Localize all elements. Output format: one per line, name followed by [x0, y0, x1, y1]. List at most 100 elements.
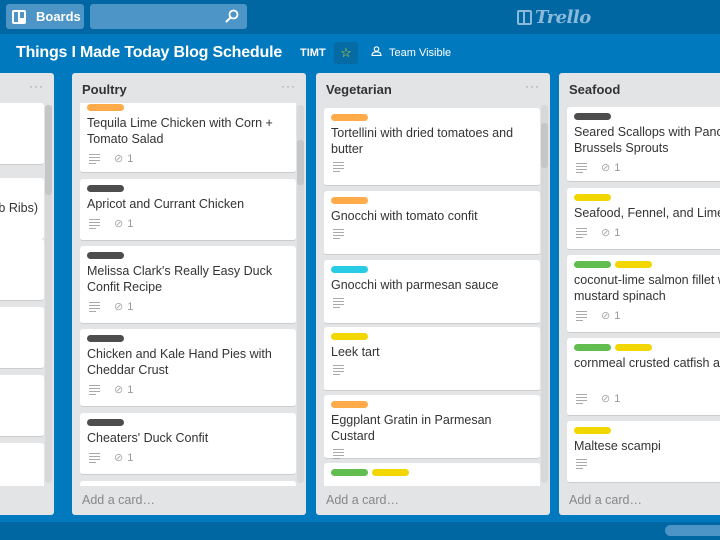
trello-logo-icon: [517, 9, 532, 25]
description-icon: [89, 453, 100, 463]
list-scrollbar-thumb[interactable]: [297, 140, 304, 185]
list-poultry: Poultry ··· Tequila Lime Chicken with Corn…: [72, 73, 306, 515]
card-list: Tortellini with dried tomatoes and butte…: [324, 103, 540, 486]
card[interactable]: Melissa Clark's Really Easy Duck Confit …: [80, 246, 296, 324]
description-icon: [89, 154, 100, 164]
list-title[interactable]: Poultry: [82, 82, 127, 97]
card[interactable]: Tequila Lime Chicken with Corn + Tomato …: [80, 103, 296, 173]
attachment-icon: ⊘: [114, 384, 124, 396]
label-black: [87, 252, 124, 259]
description-icon: [89, 219, 100, 229]
list-scrollbar-thumb[interactable]: [541, 123, 548, 168]
card[interactable]: [0, 103, 44, 165]
card[interactable]: Apricot and Currant Chicken ⊘ 1: [80, 179, 296, 241]
list-scrollbar-thumb[interactable]: [45, 105, 52, 195]
boards-icon: [12, 9, 26, 24]
list-menu-icon[interactable]: ···: [281, 79, 296, 93]
attachment-count: 1: [127, 451, 134, 464]
horizontal-scrollbar-thumb[interactable]: [665, 525, 720, 536]
attachment-icon: ⊘: [114, 218, 124, 230]
label-black: [87, 419, 124, 426]
card-title: coconut-lime salmon fillet with mustard …: [574, 273, 720, 303]
description-icon: [576, 311, 587, 321]
list-scrollbar[interactable]: [45, 105, 52, 483]
list-vegetarian: Vegetarian ··· Tortellini with dried tomat…: [316, 73, 550, 515]
card[interactable]: Cheaters' Duck Confit ⊘ 1: [80, 413, 296, 475]
card[interactable]: Tortellini with dried tomatoes and butte…: [324, 108, 540, 186]
label-yellow: [615, 344, 652, 351]
board-title[interactable]: Things I Made Today Blog Schedule: [16, 44, 282, 62]
card-badges: ⊘ 1: [89, 383, 133, 396]
label-yellow: [574, 194, 611, 201]
card[interactable]: [0, 239, 44, 301]
attachment-count: 1: [127, 383, 134, 396]
card[interactable]: cornmeal crusted catfish and fennel ⊘1: [567, 338, 720, 416]
trello-logo[interactable]: Trello: [517, 6, 591, 28]
card-badges: ⊘ 1: [89, 152, 133, 165]
top-header: Boards Trello: [0, 0, 720, 34]
board-header: Things I Made Today Blog Schedule TIMT ☆…: [0, 34, 720, 72]
search-input[interactable]: [90, 4, 247, 29]
card[interactable]: Maltese scampi: [567, 421, 720, 483]
add-card-button[interactable]: Add a card…: [569, 493, 642, 507]
list-title[interactable]: Seafood: [569, 82, 620, 97]
description-icon: [576, 228, 587, 238]
attachment-icon: ⊘: [601, 310, 611, 322]
card-title: Gnocchi with tomato confit: [331, 209, 478, 223]
card[interactable]: coconut-lime salmon fillet with mustard …: [567, 255, 720, 333]
list-menu-icon[interactable]: ···: [29, 79, 44, 93]
card[interactable]: Eggplant Gratin in Parmesan Custard: [324, 395, 540, 459]
visibility-button[interactable]: Team Visible: [371, 46, 451, 59]
add-card-button[interactable]: Add a card…: [82, 493, 155, 507]
horizontal-scrollbar[interactable]: [0, 522, 720, 540]
label-yellow: [372, 469, 409, 476]
card[interactable]: Leek tart: [324, 327, 540, 391]
list-scrollbar[interactable]: [541, 105, 548, 483]
card[interactable]: [324, 463, 540, 486]
card[interactable]: Chicken and Kale Hand Pies with Cheddar …: [80, 329, 296, 407]
card-labels: [87, 252, 124, 259]
card-title: cornmeal crusted catfish and fennel: [574, 356, 720, 370]
attachment-icon: ⊘: [601, 162, 611, 174]
card[interactable]: Seared Scallops with Pancetta Brussels S…: [567, 107, 720, 182]
card-list: b Ribs): [0, 103, 44, 486]
list-title[interactable]: Vegetarian: [326, 82, 392, 97]
card-badges: ⊘ 1: [576, 309, 620, 322]
card[interactable]: Gnocchi with tomato confit: [324, 191, 540, 255]
label-black: [87, 185, 124, 192]
attachment-icon: ⊘: [601, 393, 611, 405]
card[interactable]: [80, 481, 296, 486]
card-badges: ⊘ 1: [576, 161, 620, 174]
card-labels: [574, 344, 652, 351]
boards-button[interactable]: Boards: [6, 4, 84, 29]
attachment-count: 1: [127, 152, 134, 165]
list-scrollbar[interactable]: [297, 105, 304, 483]
label-green: [574, 344, 611, 351]
card-title: Leek tart: [331, 345, 380, 359]
card-badges: [333, 449, 358, 459]
card-title: Seared Scallops with Pancetta Brussels S…: [574, 125, 720, 155]
card[interactable]: [0, 307, 44, 369]
card-labels: [574, 113, 611, 120]
card[interactable]: [0, 443, 44, 486]
card-title: Gnocchi with parmesan sauce: [331, 278, 499, 292]
attachment-icon: ⊘: [114, 301, 124, 313]
add-card-button[interactable]: Add a card…: [326, 493, 399, 507]
team-name[interactable]: TIMT: [300, 47, 326, 59]
description-icon: [576, 394, 587, 404]
card-badges: ⊘ 1: [89, 451, 133, 464]
visibility-label: Team Visible: [389, 46, 452, 59]
star-button[interactable]: ☆: [334, 42, 358, 64]
description-icon: [576, 163, 587, 173]
card[interactable]: Gnocchi with parmesan sauce: [324, 260, 540, 324]
attachment-count: 1: [127, 217, 134, 230]
description-icon: [333, 298, 344, 308]
card[interactable]: b Ribs): [0, 178, 44, 240]
card[interactable]: [0, 375, 44, 437]
trello-logo-text: Trello: [535, 6, 591, 28]
card[interactable]: Seafood, Fennel, and Lime ⊘ 1: [567, 188, 720, 250]
label-sky: [331, 266, 368, 273]
list-menu-icon[interactable]: ···: [525, 79, 540, 93]
label-yellow: [615, 261, 652, 268]
card-labels: [331, 266, 368, 273]
